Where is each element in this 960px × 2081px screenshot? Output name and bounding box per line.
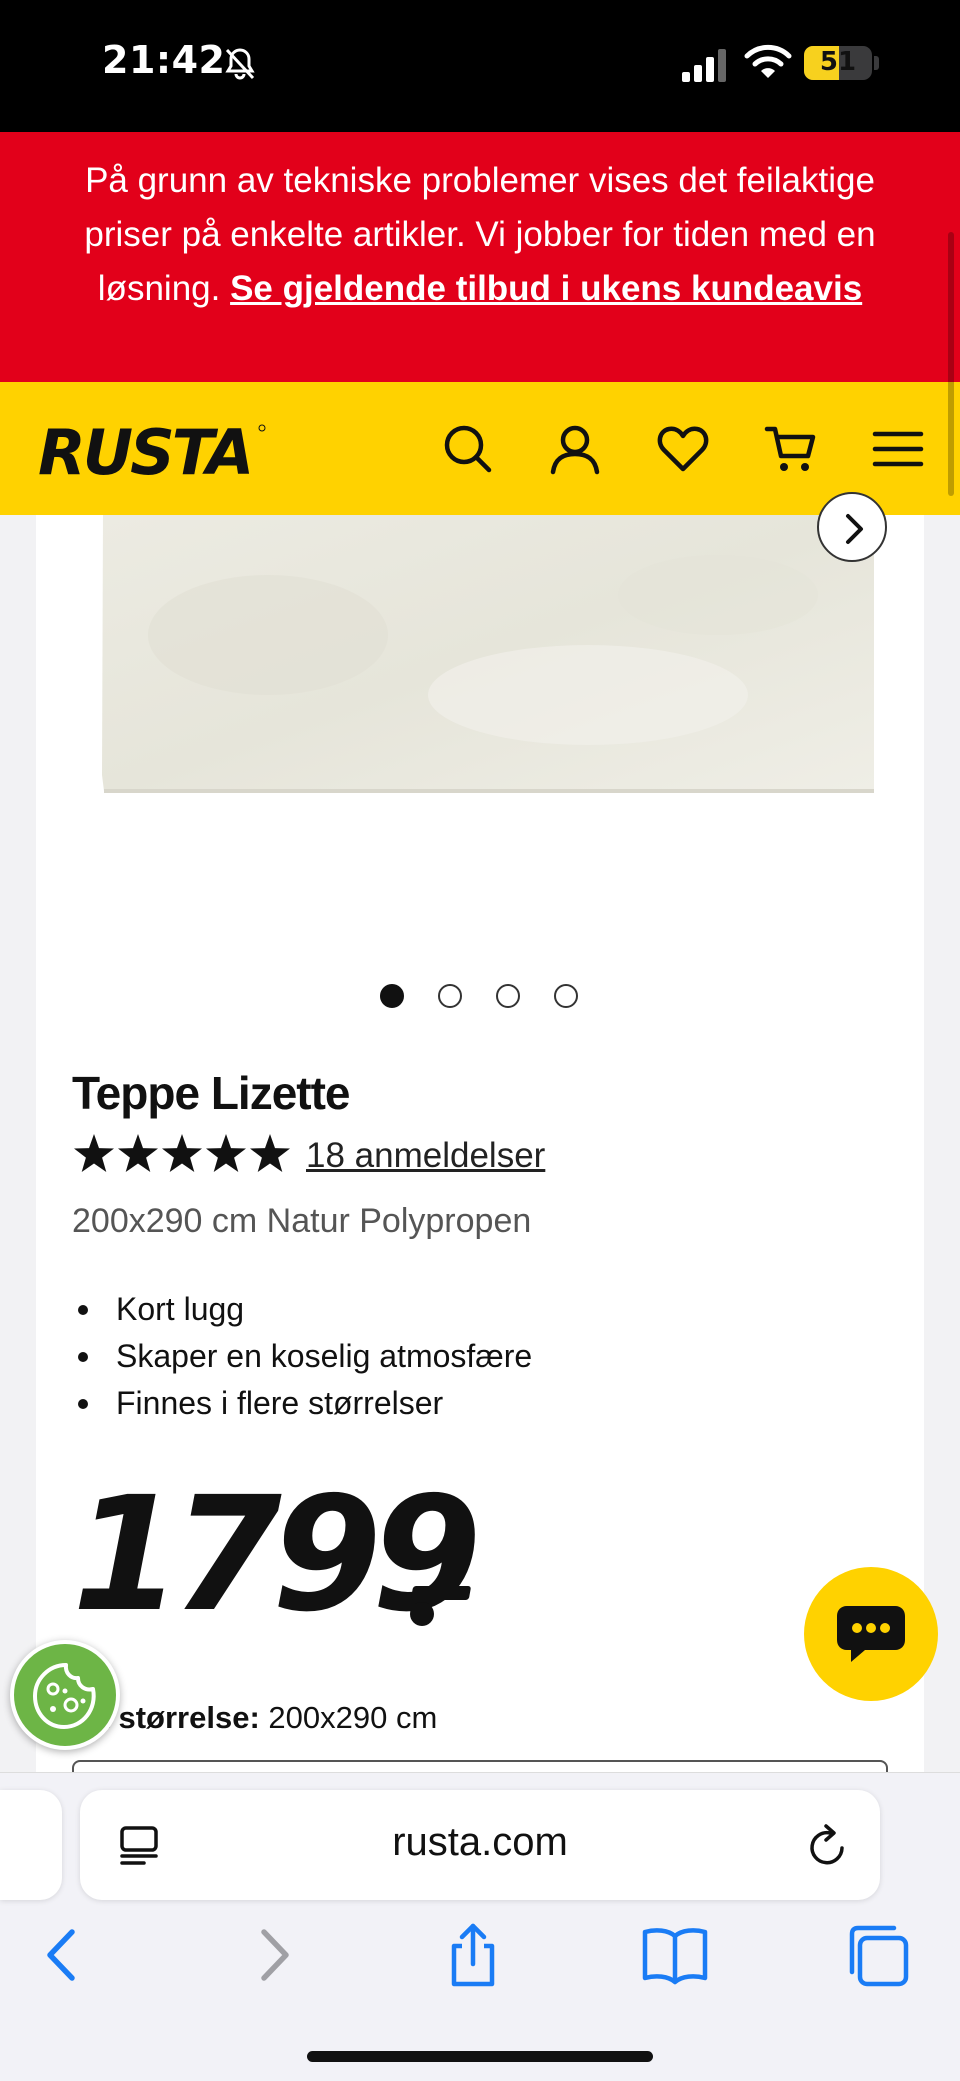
share-icon[interactable] <box>438 1920 508 1990</box>
svg-text:RUSTA: RUSTA <box>38 420 251 482</box>
signal-icon <box>682 49 726 82</box>
chat-button[interactable] <box>804 1567 938 1701</box>
heart-icon[interactable] <box>656 422 710 476</box>
site-header: RUSTA <box>0 382 960 515</box>
feature-item: Finnes i flere størrelser <box>72 1380 532 1427</box>
status-time: 21:42 <box>102 38 226 82</box>
price-suffix-mark <box>410 1586 471 1626</box>
gallery-next-button[interactable] <box>817 492 887 562</box>
feature-item: Kort lugg <box>72 1286 532 1333</box>
cookie-button[interactable] <box>10 1640 120 1750</box>
reviews-link[interactable]: 18 anmeldelser <box>306 1136 545 1176</box>
search-icon[interactable] <box>441 422 495 476</box>
battery-tip <box>874 56 879 70</box>
chat-bubble-icon <box>837 1606 905 1662</box>
previous-tab[interactable] <box>0 1790 62 1900</box>
page-scrollbar[interactable] <box>948 232 954 496</box>
size-label-value: 200x290 cm <box>268 1700 438 1735</box>
star-icon <box>118 1134 158 1172</box>
gallery-dot-4[interactable] <box>554 984 578 1008</box>
home-indicator <box>307 2051 653 2062</box>
address-bar[interactable]: rusta.com <box>80 1790 880 1900</box>
bell-slash-icon <box>225 48 255 80</box>
product-title: Teppe Lizette <box>72 1067 351 1119</box>
wifi-icon <box>744 44 792 78</box>
star-icon <box>250 1134 290 1172</box>
product-subtitle: 200x290 cm Natur Polypropen <box>72 1202 532 1240</box>
notice-banner: På grunn av tekniske problemer vises det… <box>0 132 960 382</box>
rating-stars <box>74 1134 290 1172</box>
rusta-logo[interactable]: RUSTA <box>36 420 266 482</box>
star-icon <box>162 1134 202 1172</box>
reload-icon[interactable] <box>806 1822 850 1868</box>
feature-item: Skaper en koselig atmosfære <box>72 1333 532 1380</box>
bookmarks-icon[interactable] <box>640 1920 710 1990</box>
cookie-icon <box>33 1663 96 1729</box>
price-suffix: .- <box>408 1570 478 1630</box>
url-text: rusta.com <box>392 1820 568 1864</box>
chevron-right-icon <box>846 514 863 544</box>
account-icon[interactable] <box>548 422 602 476</box>
menu-icon[interactable] <box>871 422 925 476</box>
status-bar: 21:42 51 <box>0 0 960 132</box>
gallery-dot-2[interactable] <box>438 984 462 1008</box>
tabs-icon[interactable] <box>842 1920 912 1990</box>
gallery-dot-3[interactable] <box>496 984 520 1008</box>
product-image[interactable] <box>68 515 874 795</box>
battery-level: 51 <box>819 47 857 77</box>
forward-icon[interactable] <box>238 1920 308 1990</box>
cart-icon[interactable] <box>764 422 818 476</box>
feature-list: Kort lugg Skaper en koselig atmosfære Finn… <box>72 1286 532 1427</box>
star-icon <box>206 1134 246 1172</box>
notice-link[interactable]: Se gjeldende tilbud i ukens kundeavis <box>230 269 862 308</box>
size-label: lgt størrelse: 200x290 cm <box>72 1700 437 1736</box>
gallery-dot-1[interactable] <box>380 984 404 1008</box>
battery-icon: 51 <box>804 46 872 80</box>
back-icon[interactable] <box>28 1920 98 1990</box>
star-icon <box>74 1134 114 1172</box>
